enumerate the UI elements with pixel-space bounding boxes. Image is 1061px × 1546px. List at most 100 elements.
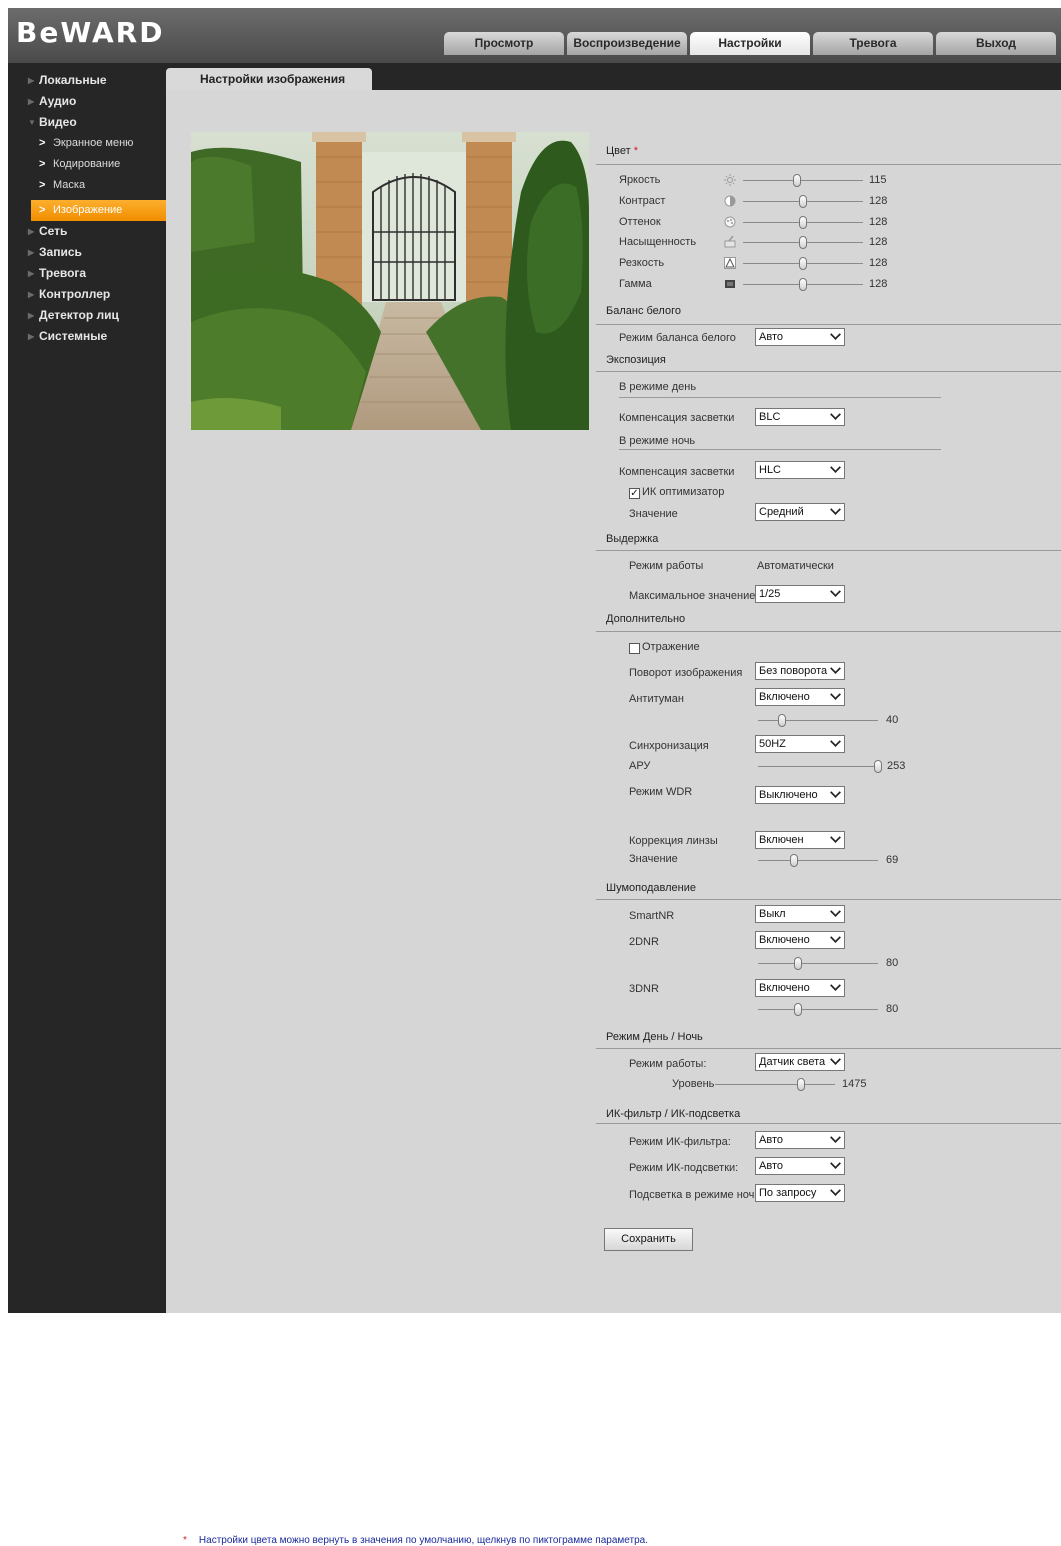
save-button[interactable]: Сохранить [604, 1228, 693, 1251]
saturation-icon[interactable] [724, 235, 736, 248]
color-slider-value: 128 [869, 216, 888, 228]
sidebar-subitem-label: Экранное меню [53, 137, 134, 149]
chevron-down-icon [830, 980, 841, 991]
tab-playback[interactable]: Воспроизведение [567, 32, 687, 55]
lens-slider-track[interactable] [758, 860, 878, 861]
tab-view[interactable]: Просмотр [444, 32, 564, 55]
sidebar-item-network[interactable]: ▶ Сеть [8, 221, 166, 242]
smartnr-select[interactable]: Выкл [755, 905, 845, 923]
ir-night-select[interactable]: По запросу [755, 1184, 845, 1202]
sidebar-item-video[interactable]: ▼ Видео [8, 112, 166, 133]
mirror-checkbox[interactable] [629, 643, 640, 654]
section-divider [596, 371, 1061, 372]
hue-icon[interactable] [724, 216, 736, 228]
chevron-down-icon [830, 1185, 841, 1196]
sidebar-item-audio[interactable]: ▶ Аудио [8, 91, 166, 112]
lens-correction-label: Коррекция линзы [629, 835, 718, 847]
brightness-icon[interactable] [724, 174, 736, 186]
tab-logout[interactable]: Выход [936, 32, 1056, 55]
dnr3-slider-thumb[interactable] [794, 1003, 802, 1016]
sidebar-subitem-image[interactable]: > Изображение [31, 200, 166, 221]
day-backlight-comp-label: Компенсация засветки [619, 412, 735, 424]
defog-slider-thumb[interactable] [778, 714, 786, 727]
sidebar-item-label: Тревога [39, 266, 87, 280]
chevron-right-icon: > [39, 158, 46, 170]
sync-select[interactable]: 50HZ [755, 735, 845, 753]
sidebar-item-record[interactable]: ▶ Запись [8, 242, 166, 263]
color-slider-thumb[interactable] [799, 195, 807, 208]
chevron-down-icon [830, 409, 841, 420]
sidebar-item-face-detector[interactable]: ▶ Детектор лиц [8, 305, 166, 326]
sidebar-item-label: Локальные [39, 73, 107, 87]
section-white-balance-title: Баланс белого [606, 305, 681, 317]
rotate-select[interactable]: Без поворота [755, 662, 845, 680]
section-shutter-title: Выдержка [606, 533, 659, 545]
sidebar-item-system[interactable]: ▶ Системные [8, 326, 166, 347]
triangle-down-icon: ▼ [28, 118, 36, 127]
dnr3-select[interactable]: Включено [755, 979, 845, 997]
defog-label: Антитуман [629, 693, 684, 705]
color-slider-label: Оттенок [619, 216, 661, 228]
color-slider-thumb[interactable] [793, 174, 801, 187]
exposure-value-select[interactable]: Средний [755, 503, 845, 521]
triangle-right-icon: ▶ [28, 76, 35, 85]
exposure-night-title: В режиме ночь [619, 435, 696, 447]
sidebar-subitem-encoding[interactable]: > Кодирование [8, 154, 166, 175]
ir-filter-select[interactable]: Авто [755, 1131, 845, 1149]
dnr2-slider-track[interactable] [758, 963, 878, 964]
daynight-slider-thumb[interactable] [797, 1078, 805, 1091]
chevron-right-icon: > [39, 137, 46, 149]
lens-slider-thumb[interactable] [790, 854, 798, 867]
color-slider-thumb[interactable] [799, 278, 807, 291]
night-backlight-comp-select[interactable]: HLC [755, 461, 845, 479]
shutter-max-select[interactable]: 1/25 [755, 585, 845, 603]
agc-slider-thumb[interactable] [874, 760, 882, 773]
contrast-icon[interactable] [724, 195, 736, 207]
color-slider-thumb[interactable] [799, 257, 807, 270]
sidebar-item-local[interactable]: ▶ Локальные [8, 70, 166, 91]
daynight-mode-select[interactable]: Датчик света [755, 1053, 845, 1071]
chevron-down-icon [830, 1132, 841, 1143]
dnr2-slider-thumb[interactable] [794, 957, 802, 970]
chevron-down-icon [830, 832, 841, 843]
defog-slider-track[interactable] [758, 720, 878, 721]
dnr2-select[interactable]: Включено [755, 931, 845, 949]
ir-light-select[interactable]: Авто [755, 1157, 845, 1175]
ir-light-label: Режим ИК-подсветки: [629, 1162, 739, 1174]
color-slider-value: 128 [869, 195, 888, 207]
sidebar-subitem-label: Изображение [53, 204, 123, 216]
wdr-select[interactable]: Выключено [755, 786, 845, 804]
chevron-down-icon [830, 1054, 841, 1065]
lens-correction-select[interactable]: Включен [755, 831, 845, 849]
agc-label: АРУ [629, 760, 651, 772]
ir-optimizer-checkbox[interactable]: ✓ [629, 488, 640, 499]
sync-label: Синхронизация [629, 740, 709, 752]
dnr3-slider-track[interactable] [758, 1009, 878, 1010]
color-slider-thumb[interactable] [799, 236, 807, 249]
sharpness-icon[interactable] [724, 257, 736, 269]
chevron-down-icon [830, 689, 841, 700]
sidebar-item-controller[interactable]: ▶ Контроллер [8, 284, 166, 305]
chevron-down-icon [830, 462, 841, 473]
tab-alarm[interactable]: Тревога [813, 32, 933, 55]
day-backlight-comp-select[interactable]: BLC [755, 408, 845, 426]
rotate-label: Поворот изображения [629, 667, 743, 679]
color-slider-track[interactable] [743, 180, 863, 181]
white-balance-mode-select[interactable]: Авто [755, 328, 845, 346]
sidebar-item-alarm[interactable]: ▶ Тревога [8, 263, 166, 284]
agc-slider-track[interactable] [758, 766, 878, 767]
sidebar-subitem-mask[interactable]: > Маска [8, 175, 166, 196]
color-slider-thumb[interactable] [799, 216, 807, 229]
gamma-icon[interactable] [724, 278, 736, 290]
tab-settings[interactable]: Настройки [690, 32, 810, 55]
header: BeWARD Просмотр Воспроизведение Настройк… [8, 8, 1061, 63]
section-noise-title: Шумоподавление [606, 882, 696, 894]
daynight-slider-track[interactable] [715, 1084, 835, 1085]
sidebar-subitem-osd[interactable]: > Экранное меню [8, 133, 166, 154]
logo: BeWARD [16, 16, 165, 49]
exposure-value-label: Значение [629, 508, 678, 520]
triangle-right-icon: ▶ [28, 290, 35, 299]
dnr3-label: 3DNR [629, 983, 659, 995]
defog-select[interactable]: Включено [755, 688, 845, 706]
color-reset-note: * Настройки цвета можно вернуть в значени… [183, 1535, 648, 1546]
